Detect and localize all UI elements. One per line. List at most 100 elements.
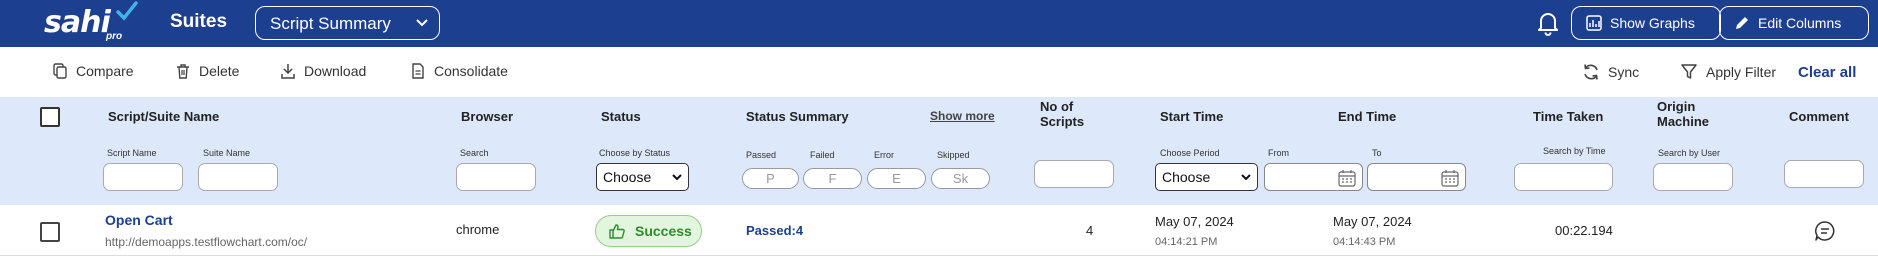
top-bar: sahi pro Suites Script Summary Show Grap… <box>0 0 1878 47</box>
apply-filter-button[interactable]: Apply Filter <box>1680 63 1776 81</box>
time-filter-label: Search by Time <box>1543 146 1606 156</box>
origin-machine-input[interactable] <box>1653 163 1733 191</box>
end-time-cell: 04:14:43 PM <box>1333 236 1396 248</box>
browser-filter-label: Search <box>460 148 489 158</box>
col-status-header[interactable]: Status <box>601 109 641 124</box>
col-end-header[interactable]: End Time <box>1338 109 1396 124</box>
period-select-value: Choose <box>1162 169 1211 185</box>
error-filter-input[interactable]: E <box>867 168 926 189</box>
download-button[interactable]: Download <box>280 63 366 79</box>
from-filter-label: From <box>1268 148 1289 158</box>
period-select[interactable]: Choose <box>1155 163 1258 191</box>
notification-bell-icon[interactable] <box>1536 10 1560 36</box>
suite-name-filter-label: Suite Name <box>203 148 251 158</box>
skipped-filter-label: Skipped <box>937 150 970 160</box>
failed-filter-label: Failed <box>810 150 835 160</box>
table-row[interactable]: Open Cart http://demoapps.testflowchart.… <box>0 205 1878 256</box>
browser-search-input[interactable] <box>456 163 536 191</box>
show-graphs-label: Show Graphs <box>1610 15 1695 31</box>
chevron-down-icon <box>672 174 682 181</box>
row-checkbox[interactable] <box>40 222 60 242</box>
sahi-pro-logo[interactable]: sahi pro <box>44 1 138 45</box>
time-taken-cell: 00:22.194 <box>1555 223 1613 238</box>
passed-filter-label: Passed <box>746 150 777 160</box>
show-more-link[interactable]: Show more <box>930 109 995 123</box>
apply-filter-label: Apply Filter <box>1706 64 1777 80</box>
col-scripts-line2: Scripts <box>1040 114 1085 129</box>
copy-icon <box>53 63 67 79</box>
script-name-input[interactable] <box>103 163 183 191</box>
skipped-filter-input[interactable]: Sk <box>931 168 990 189</box>
col-name-header[interactable]: Script/Suite Name <box>108 109 219 124</box>
trash-icon <box>177 64 189 79</box>
col-origin-line2: Machine <box>1657 114 1710 129</box>
filter-icon <box>1681 64 1697 79</box>
status-filter-label: Choose by Status <box>599 148 671 158</box>
suite-name-link[interactable]: Open Cart <box>105 212 173 228</box>
col-origin-line1: Origin <box>1657 99 1696 114</box>
col-browser-header[interactable]: Browser <box>461 109 513 124</box>
logo-sub: pro <box>106 31 123 42</box>
clear-all-link[interactable]: Clear all <box>1798 64 1856 81</box>
delete-label: Delete <box>199 63 240 79</box>
download-label: Download <box>304 63 367 79</box>
col-scripts-line1: No of <box>1040 99 1074 114</box>
col-comment-header: Comment <box>1789 109 1849 124</box>
status-select[interactable]: Choose <box>596 163 689 191</box>
toolbar: Compare Delete Download Consolidate Sync <box>0 47 1878 97</box>
end-date-cell: May 07, 2024 <box>1333 214 1412 229</box>
sync-label: Sync <box>1608 64 1640 80</box>
status-badge[interactable]: Success <box>595 215 702 247</box>
passed-filter-input[interactable]: P <box>742 168 799 189</box>
suite-url: http://demoapps.testflowchart.com/oc/ <box>105 235 308 249</box>
consolidate-label: Consolidate <box>434 63 508 79</box>
from-date-input[interactable] <box>1264 163 1363 191</box>
col-scripts-header[interactable]: No of Scripts <box>1040 99 1084 129</box>
comment-icon[interactable] <box>1814 220 1836 242</box>
col-origin-header[interactable]: Origin Machine <box>1657 99 1709 129</box>
col-start-header[interactable]: Start Time <box>1160 109 1223 124</box>
start-time-cell: 04:14:21 PM <box>1155 236 1218 248</box>
show-graphs-button[interactable]: Show Graphs <box>1571 6 1721 40</box>
scripts-count-cell: 4 <box>1086 223 1094 238</box>
chart-icon <box>1586 15 1602 31</box>
pencil-icon <box>1736 17 1748 29</box>
edit-columns-label: Edit Columns <box>1758 15 1842 31</box>
logo-check-icon <box>116 1 138 21</box>
start-date-cell: May 07, 2024 <box>1155 214 1234 229</box>
period-filter-label: Choose Period <box>1160 148 1220 158</box>
delete-button[interactable]: Delete <box>175 63 239 79</box>
failed-filter-input[interactable]: F <box>803 168 862 189</box>
compare-button[interactable]: Compare <box>52 63 134 79</box>
col-taken-header[interactable]: Time Taken <box>1533 109 1603 124</box>
status-summary-cell[interactable]: Passed:4 <box>746 223 803 238</box>
download-icon <box>281 64 295 79</box>
document-icon <box>412 63 424 79</box>
select-all-checkbox[interactable] <box>40 107 60 127</box>
logo-text: sahi <box>44 5 111 40</box>
thumbs-up-icon <box>609 224 625 239</box>
scripts-count-input[interactable] <box>1034 160 1114 188</box>
edit-columns-button[interactable]: Edit Columns <box>1719 6 1869 40</box>
chevron-down-icon <box>1241 174 1251 181</box>
col-summary-header[interactable]: Status Summary <box>746 109 849 124</box>
view-select[interactable]: Script Summary <box>255 6 440 40</box>
sync-icon <box>1584 64 1598 80</box>
comment-input[interactable] <box>1784 160 1864 188</box>
script-name-filter-label: Script Name <box>107 148 157 158</box>
consolidate-button[interactable]: Consolidate <box>410 63 508 79</box>
chevron-down-icon <box>416 19 428 27</box>
to-filter-label: To <box>1372 148 1382 158</box>
error-filter-label: Error <box>874 150 894 160</box>
sync-button[interactable]: Sync <box>1582 63 1639 81</box>
calendar-icon[interactable] <box>1441 169 1459 187</box>
status-select-value: Choose <box>603 169 652 185</box>
compare-label: Compare <box>76 63 134 79</box>
user-filter-label: Search by User <box>1658 148 1721 158</box>
time-taken-input[interactable] <box>1514 163 1613 191</box>
calendar-icon[interactable] <box>1338 169 1356 187</box>
to-date-input[interactable] <box>1367 163 1466 191</box>
browser-cell: chrome <box>456 222 500 237</box>
status-label: Success <box>635 223 692 239</box>
suite-name-input[interactable] <box>198 163 278 191</box>
